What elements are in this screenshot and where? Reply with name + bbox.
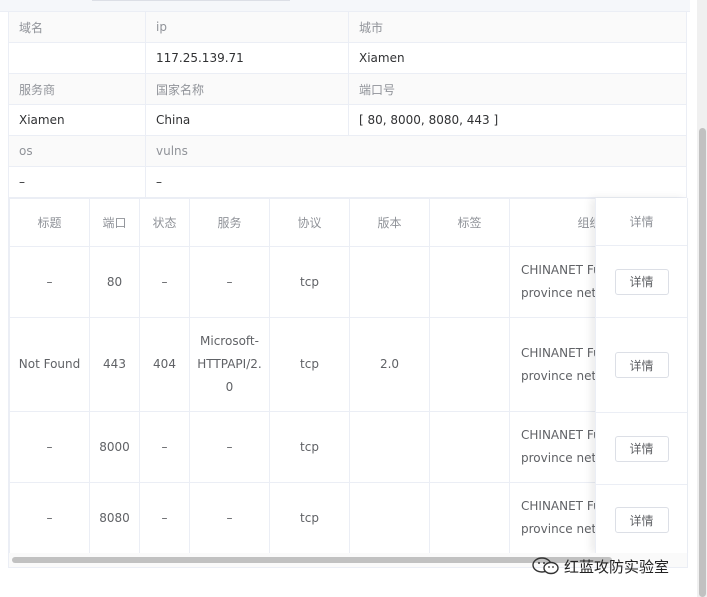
cell-tags bbox=[429, 411, 510, 483]
cell-tags bbox=[429, 482, 510, 553]
info-value-row: – – bbox=[8, 166, 687, 198]
cell-protocol: tcp bbox=[269, 411, 350, 483]
header-status: 状态 bbox=[139, 198, 190, 247]
header-protocol: 协议 bbox=[269, 198, 350, 247]
table-row: – 8000 – – tcp CHINANET Fujian province n… bbox=[9, 411, 687, 483]
info-label-row: os vulns bbox=[8, 135, 687, 167]
cell-tags bbox=[429, 317, 510, 412]
header-title: 标题 bbox=[9, 198, 90, 247]
detail-button[interactable]: 详情 bbox=[614, 268, 669, 295]
cell-status: – bbox=[139, 411, 190, 483]
table-row: – 80 – – tcp CHINANET Fujian province net… bbox=[9, 246, 687, 318]
header-tags: 标签 bbox=[429, 198, 510, 247]
value-os: – bbox=[8, 166, 146, 198]
detail-cell: 详情 bbox=[596, 318, 687, 413]
value-domain bbox=[8, 42, 146, 74]
cell-version bbox=[349, 482, 430, 553]
cell-version: 2.0 bbox=[349, 317, 430, 412]
horizontal-scroll-thumb[interactable] bbox=[12, 557, 612, 563]
detail-cell: 详情 bbox=[596, 485, 687, 556]
label-domain: 域名 bbox=[8, 11, 146, 43]
cell-status: – bbox=[139, 482, 190, 553]
watermark: 红蓝攻防实验室 bbox=[532, 555, 669, 577]
value-ip: 117.25.139.71 bbox=[145, 42, 349, 74]
label-ports: 端口号 bbox=[348, 73, 687, 105]
info-label-row: 域名 ip 城市 bbox=[8, 11, 687, 43]
header-port: 端口 bbox=[89, 198, 140, 247]
watermark-text: 红蓝攻防实验室 bbox=[564, 557, 670, 576]
label-provider: 服务商 bbox=[8, 73, 146, 105]
vertical-scrollbar[interactable] bbox=[697, 0, 707, 597]
header-detail: 详情 bbox=[596, 198, 687, 246]
cell-service: – bbox=[189, 246, 270, 318]
cell-protocol: tcp bbox=[269, 482, 350, 553]
vertical-scroll-thumb[interactable] bbox=[699, 128, 706, 597]
cell-version bbox=[349, 411, 430, 483]
label-ip: ip bbox=[145, 11, 349, 43]
cell-tags bbox=[429, 246, 510, 318]
cell-port: 8000 bbox=[89, 411, 140, 483]
detail-cell: 详情 bbox=[596, 246, 687, 318]
ports-table[interactable]: 标题 端口 状态 服务 协议 版本 标签 组织 – 80 – – tcp CHI… bbox=[8, 198, 688, 554]
ports-header-row: 标题 端口 状态 服务 协议 版本 标签 组织 bbox=[9, 198, 687, 247]
label-city: 城市 bbox=[348, 11, 687, 43]
input-stub bbox=[92, 0, 290, 1]
table-row: Not Found 443 404 Microsoft-HTTPAPI/2.0 … bbox=[9, 317, 687, 412]
detail-cell: 详情 bbox=[596, 413, 687, 485]
value-vulns: – bbox=[145, 166, 687, 198]
info-value-row: 117.25.139.71 Xiamen bbox=[8, 42, 687, 74]
value-country: China bbox=[145, 104, 349, 136]
cell-protocol: tcp bbox=[269, 246, 350, 318]
cell-protocol: tcp bbox=[269, 317, 350, 412]
label-os: os bbox=[8, 135, 146, 167]
info-label-row: 服务商 国家名称 端口号 bbox=[8, 73, 687, 105]
value-ports: [ 80, 8000, 8080, 443 ] bbox=[348, 104, 687, 136]
table-row: – 8080 – – tcp CHINANET Fujian province n… bbox=[9, 482, 687, 553]
cell-title: – bbox=[9, 482, 90, 553]
header-service: 服务 bbox=[189, 198, 270, 247]
info-value-row: Xiamen China [ 80, 8000, 8080, 443 ] bbox=[8, 104, 687, 136]
value-provider: Xiamen bbox=[8, 104, 146, 136]
detail-button[interactable]: 详情 bbox=[614, 435, 669, 462]
cell-title: – bbox=[9, 411, 90, 483]
header-version: 版本 bbox=[349, 198, 430, 247]
fixed-detail-column: 详情 详情 详情 详情 详情 bbox=[595, 198, 687, 556]
detail-button[interactable]: 详情 bbox=[614, 507, 669, 533]
cell-service: Microsoft-HTTPAPI/2.0 bbox=[189, 317, 270, 412]
detail-button[interactable]: 详情 bbox=[614, 352, 669, 378]
cell-port: 8080 bbox=[89, 482, 140, 553]
cell-port: 443 bbox=[89, 317, 140, 412]
cell-status: 404 bbox=[139, 317, 190, 412]
cell-title: – bbox=[9, 246, 90, 318]
cell-service: – bbox=[189, 482, 270, 553]
cell-version bbox=[349, 246, 430, 318]
value-city: Xiamen bbox=[348, 42, 687, 74]
cell-status: – bbox=[139, 246, 190, 318]
label-country: 国家名称 bbox=[145, 73, 349, 105]
label-vulns: vulns bbox=[145, 135, 687, 167]
info-grid: 域名 ip 城市 117.25.139.71 Xiamen 服务商 国家名称 端… bbox=[8, 11, 687, 198]
cell-service: – bbox=[189, 411, 270, 483]
cell-port: 80 bbox=[89, 246, 140, 318]
wechat-icon bbox=[532, 557, 560, 575]
cell-title: Not Found bbox=[9, 317, 90, 412]
